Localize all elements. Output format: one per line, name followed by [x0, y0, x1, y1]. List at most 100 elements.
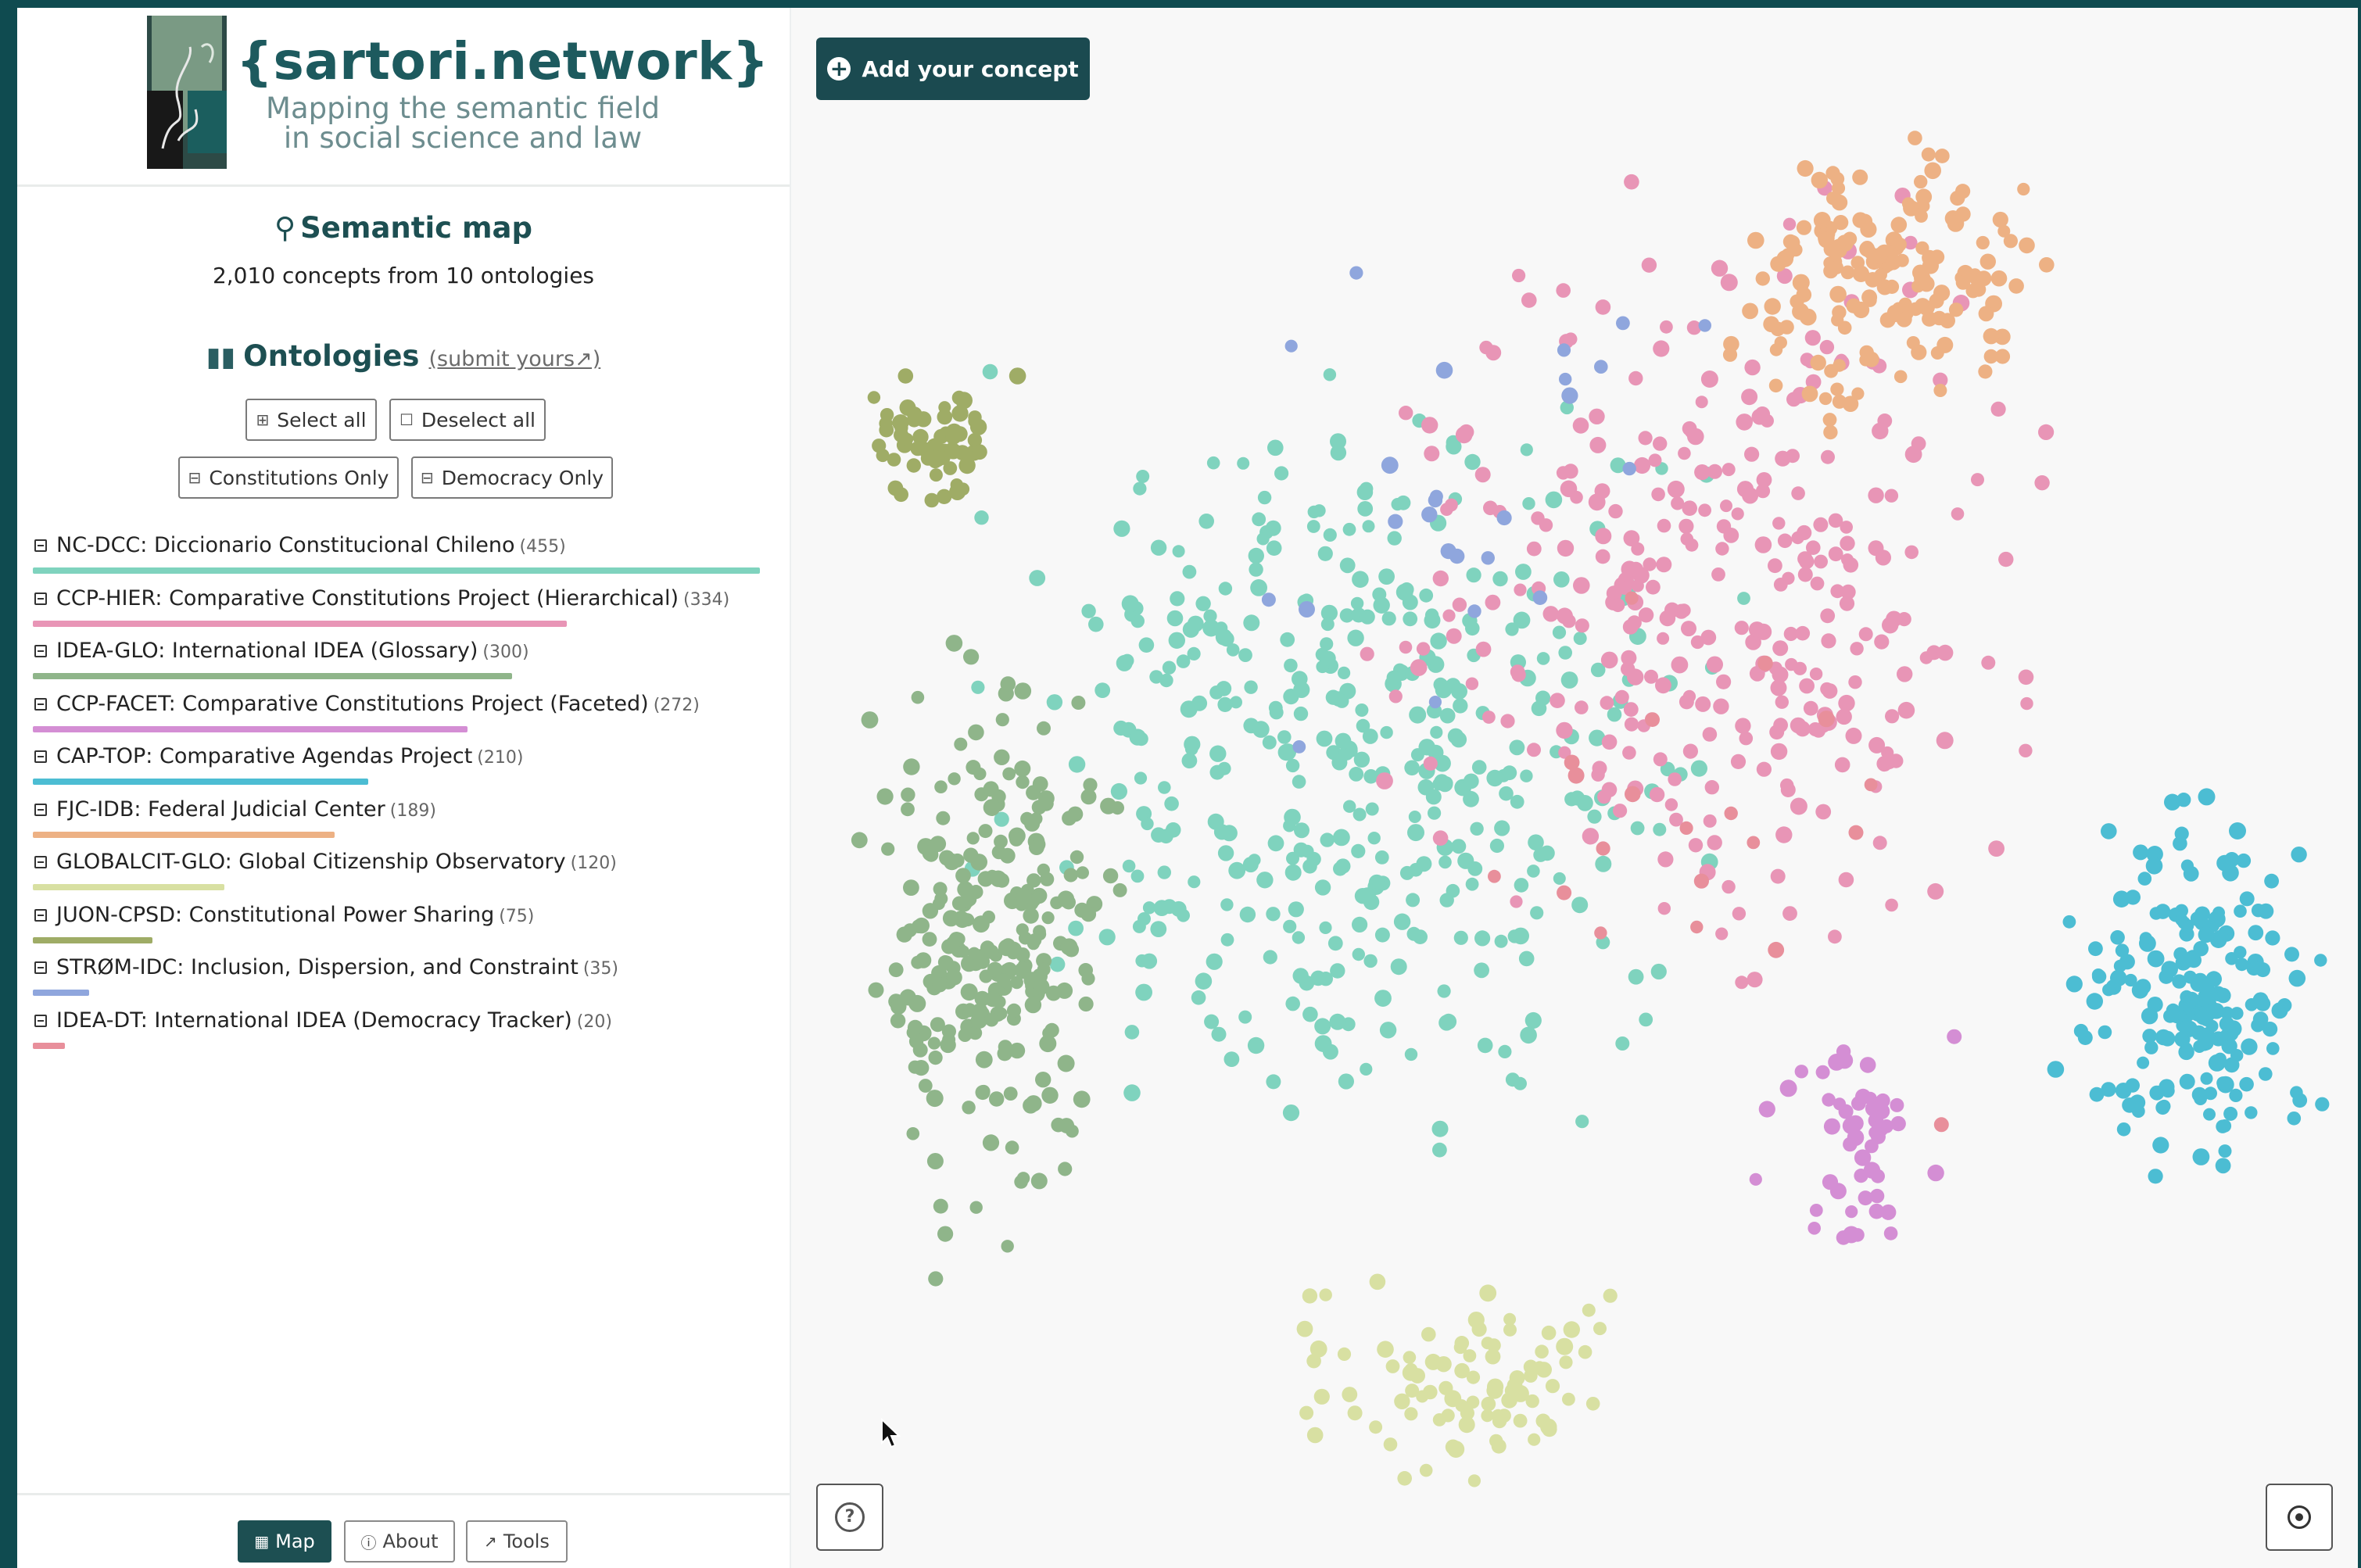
concept-dot[interactable]	[1927, 882, 1944, 900]
concept-dot[interactable]	[2185, 950, 2200, 965]
concept-dot[interactable]	[1243, 614, 1260, 632]
concept-dot[interactable]	[1081, 603, 1096, 618]
concept-dot[interactable]	[1306, 1427, 1324, 1444]
concept-dot[interactable]	[1678, 518, 1694, 534]
concept-dot[interactable]	[1463, 773, 1479, 789]
concept-dot[interactable]	[897, 368, 914, 384]
concept-dot[interactable]	[1904, 545, 1919, 560]
concept-dot[interactable]	[2113, 959, 2126, 972]
concept-dot[interactable]	[1124, 1025, 1140, 1040]
concept-dot[interactable]	[1693, 873, 1709, 889]
concept-dot[interactable]	[989, 1091, 1005, 1107]
concept-dot[interactable]	[2179, 1073, 2195, 1090]
concept-dot[interactable]	[1564, 332, 1578, 346]
concept-dot[interactable]	[1822, 413, 1837, 427]
concept-dot[interactable]	[1218, 582, 1233, 596]
concept-dot[interactable]	[1421, 417, 1438, 434]
concept-dot[interactable]	[1314, 1035, 1332, 1052]
concept-dot[interactable]	[2277, 998, 2292, 1013]
concept-dot[interactable]	[1380, 725, 1393, 739]
concept-dot[interactable]	[1678, 694, 1694, 710]
concept-dot[interactable]	[1410, 748, 1424, 762]
semantic-map-canvas[interactable]: + Add your concept ?	[791, 8, 2358, 1568]
concept-dot[interactable]	[1347, 1405, 1363, 1421]
concept-dot[interactable]	[1349, 266, 1363, 280]
concept-dot[interactable]	[1563, 464, 1578, 479]
constitutions-only-button[interactable]: ⊟ Constitutions Only	[178, 456, 399, 499]
concept-dot[interactable]	[1133, 481, 1147, 496]
concept-dot[interactable]	[1333, 829, 1350, 847]
concept-dot[interactable]	[995, 713, 1009, 727]
concept-dot[interactable]	[1110, 801, 1124, 815]
concept-dot[interactable]	[936, 811, 951, 825]
concept-dot[interactable]	[1266, 540, 1282, 556]
concept-dot[interactable]	[906, 458, 921, 473]
concept-dot[interactable]	[1365, 802, 1379, 816]
concept-dot[interactable]	[1112, 882, 1127, 897]
concept-dot[interactable]	[1757, 655, 1773, 671]
concept-dot[interactable]	[1524, 1011, 1542, 1029]
concept-dot[interactable]	[984, 1012, 999, 1027]
concept-dot[interactable]	[1184, 736, 1201, 753]
concept-dot[interactable]	[1595, 549, 1610, 564]
concept-dot[interactable]	[1754, 536, 1772, 553]
concept-dot[interactable]	[1707, 835, 1722, 850]
concept-dot[interactable]	[1482, 711, 1496, 724]
concept-dot[interactable]	[974, 510, 989, 525]
concept-dot[interactable]	[1653, 340, 1670, 357]
concept-dot[interactable]	[1355, 703, 1369, 717]
concept-dot[interactable]	[1489, 838, 1504, 854]
concept-dot[interactable]	[1531, 511, 1545, 525]
concept-dot[interactable]	[975, 1051, 993, 1069]
concept-dot[interactable]	[2194, 906, 2210, 922]
concept-dot[interactable]	[1293, 706, 1309, 721]
concept-dot[interactable]	[1830, 584, 1845, 599]
concept-dot[interactable]	[1488, 869, 1501, 883]
concept-dot[interactable]	[1671, 656, 1689, 674]
concept-dot[interactable]	[1014, 682, 1032, 700]
concept-dot[interactable]	[1474, 962, 1489, 979]
concept-dot[interactable]	[2116, 1122, 2131, 1137]
concept-dot[interactable]	[1438, 855, 1452, 869]
concept-dot[interactable]	[1721, 879, 1736, 894]
concept-dot[interactable]	[1471, 760, 1487, 775]
concept-dot[interactable]	[1852, 169, 1868, 185]
concept-dot[interactable]	[1721, 463, 1736, 477]
concept-dot[interactable]	[1573, 632, 1587, 646]
concept-dot[interactable]	[1439, 707, 1456, 724]
concept-dot[interactable]	[1041, 911, 1055, 925]
concept-dot[interactable]	[1141, 817, 1154, 831]
concept-dot[interactable]	[1886, 305, 1903, 320]
concept-dot[interactable]	[1502, 765, 1517, 781]
concept-dot[interactable]	[1494, 820, 1510, 836]
concept-dot[interactable]	[1603, 1288, 1618, 1303]
concept-dot[interactable]	[2219, 1016, 2235, 1032]
concept-dot[interactable]	[1535, 1362, 1552, 1378]
concept-dot[interactable]	[1600, 651, 1618, 669]
concept-dot[interactable]	[876, 788, 894, 805]
concept-dot[interactable]	[1769, 725, 1785, 740]
concept-dot[interactable]	[1742, 487, 1759, 504]
concept-dot[interactable]	[1731, 507, 1744, 521]
concept-dot[interactable]	[1431, 1120, 1449, 1137]
concept-dot[interactable]	[927, 1036, 940, 1050]
concept-dot[interactable]	[1474, 467, 1491, 483]
concept-dot[interactable]	[946, 969, 962, 986]
concept-dot[interactable]	[1933, 285, 1951, 302]
concept-dot[interactable]	[1557, 343, 1571, 357]
concept-dot[interactable]	[903, 758, 920, 775]
concept-dot[interactable]	[1320, 618, 1335, 632]
concept-dot[interactable]	[994, 749, 1010, 765]
concept-dot[interactable]	[1774, 255, 1789, 269]
concept-dot[interactable]	[1859, 345, 1874, 360]
concept-dot[interactable]	[1141, 953, 1158, 969]
concept-dot[interactable]	[2091, 968, 2105, 982]
concept-dot[interactable]	[1252, 721, 1270, 738]
concept-dot[interactable]	[1320, 832, 1335, 847]
concept-dot[interactable]	[1432, 830, 1449, 846]
concept-dot[interactable]	[1267, 835, 1284, 852]
concept-dot[interactable]	[1542, 606, 1559, 622]
concept-dot[interactable]	[1306, 1353, 1321, 1369]
concept-dot[interactable]	[1481, 1337, 1494, 1350]
concept-dot[interactable]	[1349, 767, 1364, 782]
